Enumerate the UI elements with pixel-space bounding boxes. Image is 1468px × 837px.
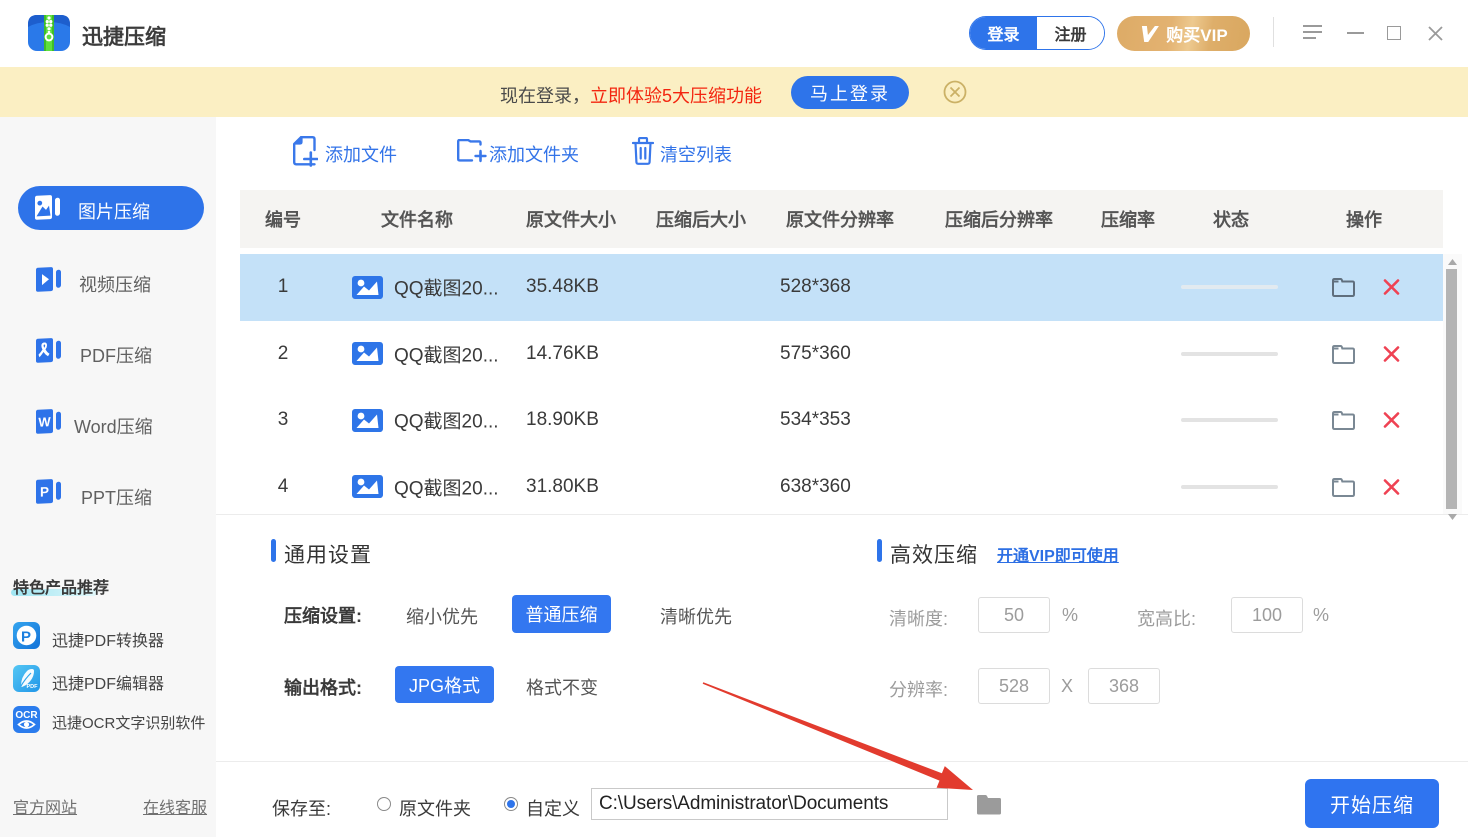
svg-text:PDF: PDF — [27, 684, 39, 690]
svg-text:P: P — [21, 629, 31, 646]
svg-text:P: P — [40, 484, 49, 499]
svg-text:W: W — [38, 414, 51, 430]
svg-text:OCR: OCR — [15, 710, 38, 721]
